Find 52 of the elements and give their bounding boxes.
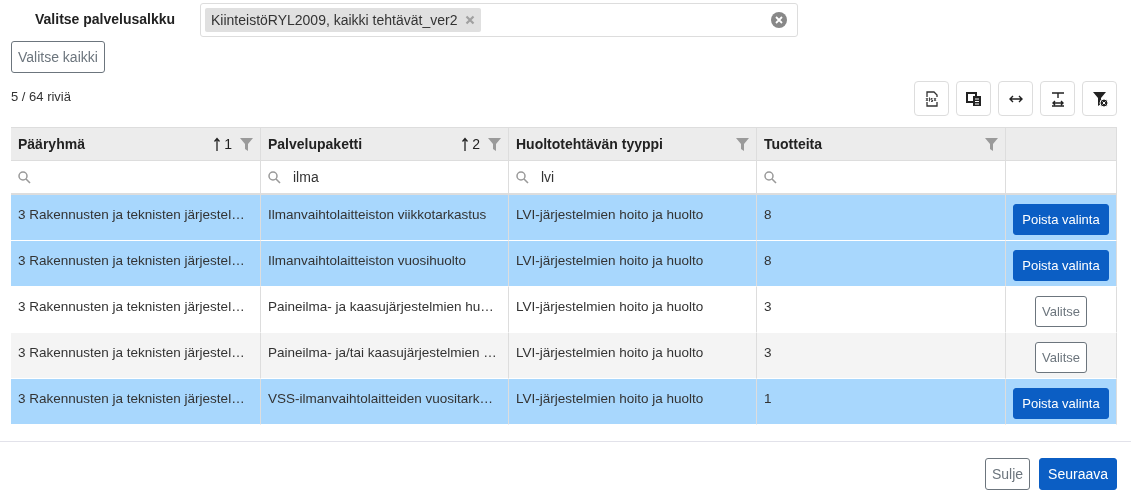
table-cell: Paineilma- ja/tai kaasujärjestelmien …	[261, 333, 509, 379]
table-cell: LVI-järjestelmien hoito ja huolto	[509, 379, 757, 425]
search-icon	[268, 170, 281, 184]
toolbar-button[interactable]	[956, 81, 991, 116]
table-cell: 3 Rakennusten ja teknisten järjestel…	[11, 379, 261, 425]
toolbar-button[interactable]	[998, 81, 1033, 116]
chip-label: KiinteistöRYL2009, kaikki tehtävät_ver2	[211, 12, 458, 28]
table-cell: LVI-järjestelmien hoito ja huolto	[509, 333, 757, 379]
table-cell: VSS-ilmanvaihtolaitteiden vuositark…	[261, 379, 509, 425]
table-cell: Ilmanvaihtolaitteiston viikkotarkastus	[261, 195, 509, 241]
table-cell: 3 Rakennusten ja teknisten järjestel…	[11, 241, 261, 287]
filter-field[interactable]: lvi	[541, 169, 749, 185]
next-button[interactable]: Seuraava	[1039, 458, 1117, 490]
table-cell: 8	[757, 241, 1006, 287]
search-icon	[516, 170, 529, 184]
sort-ascending-icon	[214, 137, 221, 151]
search-icon	[18, 170, 31, 184]
table-cell: 1	[757, 379, 1006, 425]
copy-icon	[965, 90, 982, 107]
column-title[interactable]: Pääryhmä	[18, 136, 85, 152]
column-title[interactable]: Palvelupaketti	[268, 136, 363, 152]
table-cell: 3 Rakennusten ja teknisten järjestel…	[11, 333, 261, 379]
table-cell: 3 Rakennusten ja teknisten järjestel…	[11, 195, 261, 241]
table-cell: LVI-järjestelmien hoito ja huolto	[509, 241, 757, 287]
select-all-button[interactable]: Valitse kaikki	[11, 41, 105, 73]
table-cell: 3	[757, 333, 1006, 379]
deselect-button[interactable]: Poista valinta	[1013, 388, 1109, 419]
clear-filter-icon	[1091, 90, 1108, 107]
sort-ascending-icon	[462, 137, 469, 151]
deselect-button[interactable]: Poista valinta	[1013, 250, 1109, 281]
deselect-button[interactable]: Poista valinta	[1013, 204, 1109, 235]
sort-order: 1	[224, 136, 232, 152]
table-cell: Ilmanvaihtolaitteiston vuosihuolto	[261, 241, 509, 287]
toolbar-button[interactable]	[1082, 81, 1117, 116]
column-title[interactable]: Huoltotehtävän tyyppi	[516, 136, 663, 152]
row-count: 5 / 64 riviä	[11, 89, 71, 106]
table-cell: LVI-järjestelmien hoito ja huolto	[509, 195, 757, 241]
spreadsheet-file-icon	[923, 90, 940, 107]
toolbar-button[interactable]	[1040, 81, 1075, 116]
filter-field[interactable]: ilma	[293, 169, 501, 185]
portfolio-label: Valitse palvelusalkku	[34, 10, 177, 27]
portfolio-select-field[interactable]: KiinteistöRYL2009, kaikki tehtävät_ver2	[200, 3, 798, 37]
close-button[interactable]: Sulje	[984, 458, 1031, 490]
text-width-icon	[1049, 90, 1066, 107]
column-title[interactable]: Tuotteita	[764, 136, 823, 152]
sort-order: 2	[472, 136, 480, 152]
remove-icon	[465, 15, 476, 25]
select-button[interactable]: Valitse	[1034, 296, 1088, 327]
search-icon	[764, 170, 777, 184]
select-button[interactable]: Valitse	[1034, 342, 1088, 373]
table-cell: 8	[757, 195, 1006, 241]
clear-icon	[771, 12, 787, 28]
